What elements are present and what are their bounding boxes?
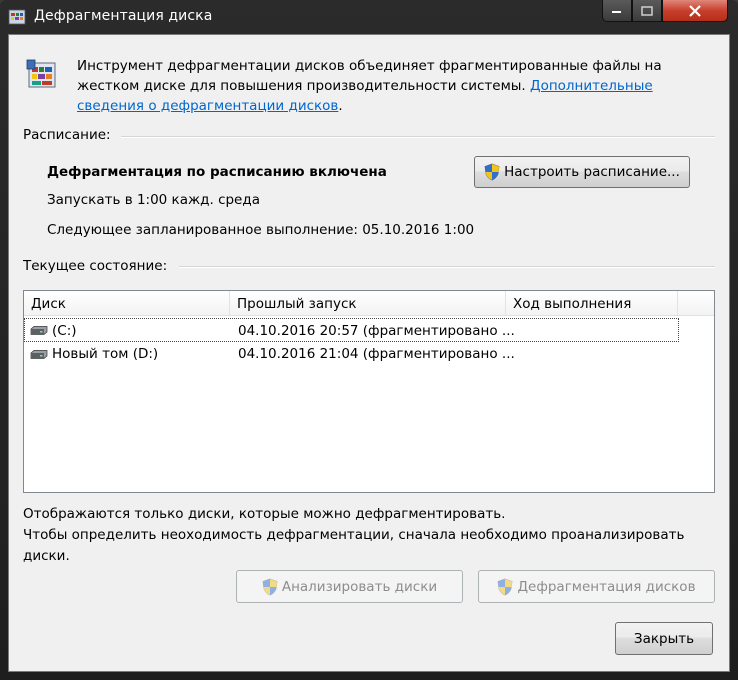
current-status-label: Текущее состояние: (23, 258, 168, 274)
schedule-label: Расписание: (23, 127, 111, 143)
schedule-separator (121, 136, 715, 138)
analyze-disks-label: Анализировать диски (281, 578, 438, 595)
current-status-separator (179, 266, 715, 268)
close-window-button[interactable] (662, 0, 728, 22)
notes: Отображаются только диски, которые можно… (23, 504, 713, 567)
maximize-icon (641, 5, 653, 16)
defrag-window: Дефрагментация диска Инструмент дефрагме… (0, 0, 738, 680)
minimize-icon (612, 10, 621, 13)
hard-drive-icon (30, 350, 48, 359)
column-header-progress[interactable]: Ход выполнения (506, 291, 678, 315)
uac-shield-icon (498, 578, 513, 595)
disk-name: Новый том (D:) (52, 346, 159, 362)
schedule-next-run: Следующее запланированное выполнение: 05… (47, 222, 475, 238)
defrag-icon (26, 59, 56, 88)
notes-line-1: Отображаются только диски, которые можно… (23, 506, 506, 522)
hard-drive-icon (30, 326, 48, 335)
schedule-run-time: Запускать в 1:00 кажд. среда (47, 192, 260, 208)
close-button-label: Закрыть (633, 630, 695, 647)
intro-description: Инструмент дефрагментации дисков объедин… (77, 56, 713, 116)
dialog-client-area: Инструмент дефрагментации дисков объедин… (8, 34, 730, 672)
defrag-icon (8, 9, 26, 25)
configure-schedule-button[interactable]: Настроить расписание... (474, 156, 690, 188)
analyze-disks-button[interactable]: Анализировать диски (236, 570, 463, 603)
uac-shield-icon (262, 578, 278, 595)
disk-list-header: Диск Прошлый запуск Ход выполнения (24, 291, 714, 316)
schedule-status: Дефрагментация по расписанию включена (47, 164, 387, 180)
close-icon (689, 4, 701, 17)
disk-row-c[interactable]: (C:) 04.10.2016 20:57 (фрагментировано .… (24, 318, 679, 342)
column-header-disk[interactable]: Диск (24, 291, 230, 315)
window-title: Дефрагментация диска (34, 8, 213, 24)
notes-line-2: Чтобы определить неоходимость дефрагмент… (23, 527, 685, 564)
minimize-button[interactable] (602, 0, 632, 22)
title-bar[interactable]: Дефрагментация диска (0, 0, 738, 34)
configure-schedule-label: Настроить расписание... (504, 164, 680, 180)
uac-shield-icon (484, 163, 500, 181)
disk-last-run: 04.10.2016 20:57 (фрагментировано ... (238, 323, 515, 339)
disk-last-run: 04.10.2016 21:04 (фрагментировано ... (238, 346, 515, 362)
close-button[interactable]: Закрыть (615, 622, 713, 655)
maximize-button[interactable] (632, 0, 662, 22)
column-header-last-run[interactable]: Прошлый запуск (230, 291, 506, 315)
disk-list[interactable]: Диск Прошлый запуск Ход выполнения (C:) … (23, 290, 715, 493)
defragment-disks-button[interactable]: Дефрагментация дисков (478, 570, 715, 603)
disk-row-d[interactable]: Новый том (D:) 04.10.2016 21:04 (фрагмен… (24, 342, 714, 366)
intro-period: . (338, 98, 343, 114)
defragment-disks-label: Дефрагментация дисков (517, 578, 696, 595)
disk-name: (C:) (52, 323, 77, 339)
